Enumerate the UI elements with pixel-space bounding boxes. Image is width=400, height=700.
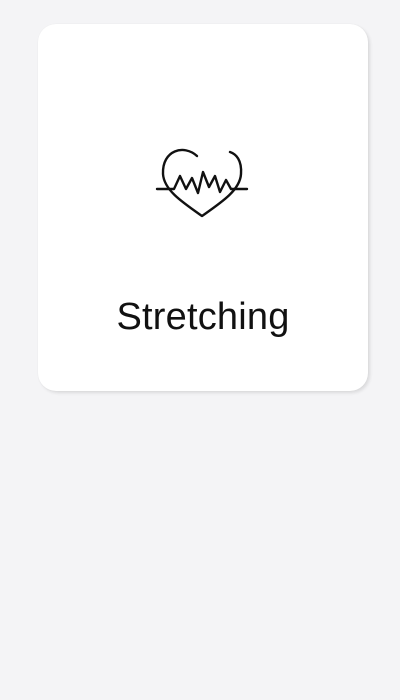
activity-card-stretching[interactable]: Stretching <box>38 24 368 391</box>
activity-card-label: Stretching <box>116 296 290 338</box>
heart-pulse-icon <box>154 146 250 222</box>
